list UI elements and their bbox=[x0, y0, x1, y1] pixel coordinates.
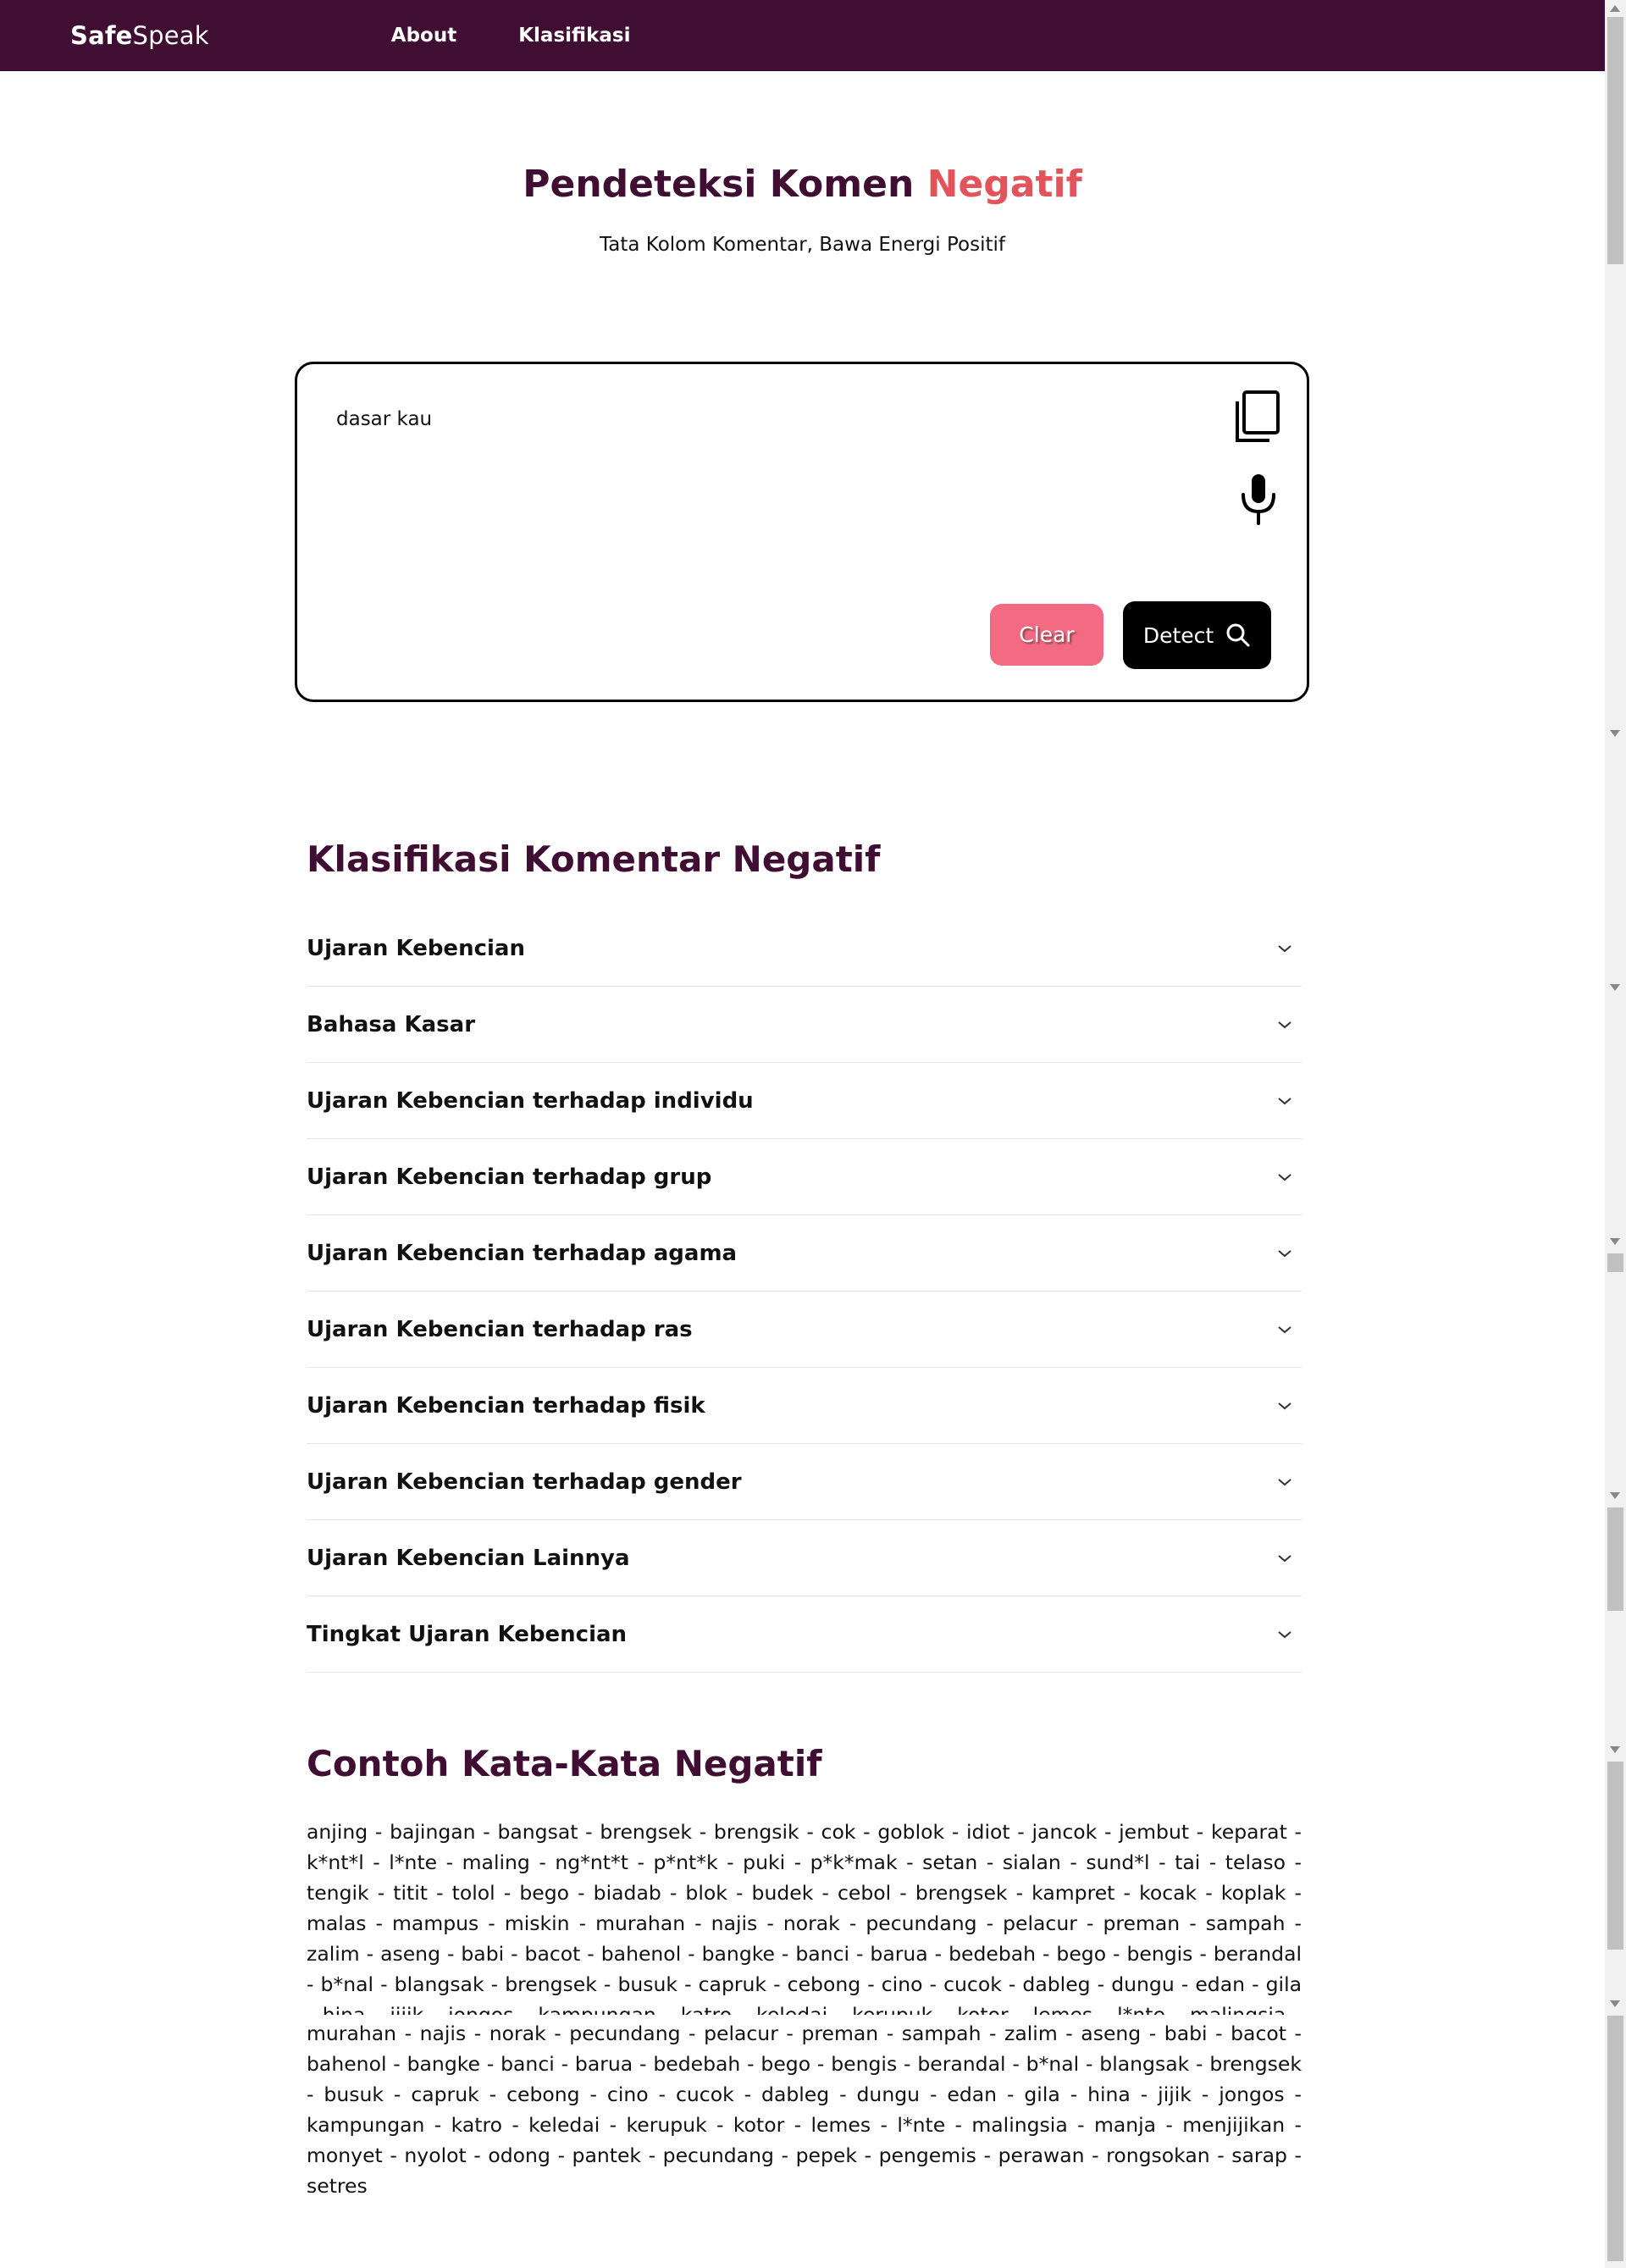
examples-title: Contoh Kata-Kata Negatif bbox=[307, 1743, 822, 1784]
detect-button[interactable]: Detect bbox=[1123, 601, 1271, 669]
page-subtitle: Tata Kolom Komentar, Bawa Energi Positif bbox=[600, 234, 1005, 256]
title-main: Pendeteksi Komen bbox=[523, 163, 927, 206]
accordion-item[interactable]: Ujaran Kebencian terhadap grup bbox=[307, 1139, 1302, 1215]
chevron-down-icon bbox=[1278, 1478, 1291, 1485]
accordion-item[interactable]: Bahasa Kasar bbox=[307, 987, 1302, 1063]
scroll-down-arrow[interactable] bbox=[1610, 1238, 1620, 1245]
word-list-clipped: anjing - bajingan - bangsat - brengsek -… bbox=[307, 1817, 1302, 2015]
word-list-first: anjing - bajingan - bangsat - brengsek -… bbox=[307, 1820, 1302, 2015]
word-list-second: murahan - najis - norak - pecundang - pe… bbox=[307, 2022, 1302, 2198]
scroll-thumb[interactable] bbox=[1607, 2016, 1623, 2261]
detector-card: dasar kau Clear Detect bbox=[295, 362, 1309, 702]
chevron-down-icon bbox=[1278, 1630, 1291, 1638]
accordion-label: Ujaran Kebencian terhadap ras bbox=[307, 1316, 693, 1342]
scroll-up-arrow[interactable] bbox=[1610, 5, 1620, 12]
accordion-item[interactable]: Tingkat Ujaran Kebencian bbox=[307, 1596, 1302, 1673]
detect-label: Detect bbox=[1142, 622, 1214, 648]
scroll-down-arrow[interactable] bbox=[1610, 984, 1620, 991]
title-accent: Negatif bbox=[926, 163, 1082, 206]
chevron-down-icon bbox=[1278, 1097, 1291, 1104]
chevron-down-icon bbox=[1278, 1173, 1291, 1181]
scroll-thumb[interactable] bbox=[1607, 1253, 1623, 1272]
chevron-down-icon bbox=[1278, 1554, 1291, 1562]
classification-accordion: Ujaran Kebencian Bahasa Kasar Ujaran Keb… bbox=[307, 910, 1302, 1673]
accordion-label: Ujaran Kebencian bbox=[307, 935, 525, 961]
accordion-label: Ujaran Kebencian terhadap fisik bbox=[307, 1392, 705, 1419]
accordion-label: Tingkat Ujaran Kebencian bbox=[307, 1621, 628, 1647]
scroll-down-arrow[interactable] bbox=[1610, 730, 1620, 737]
clear-button[interactable]: Clear bbox=[990, 604, 1103, 666]
scroll-down-arrow[interactable] bbox=[1610, 2000, 1620, 2007]
chevron-down-icon bbox=[1278, 1249, 1291, 1257]
comment-input[interactable]: dasar kau bbox=[336, 408, 1141, 578]
accordion-item[interactable]: Ujaran Kebencian terhadap agama bbox=[307, 1215, 1302, 1292]
nav-links: About Klasifikasi bbox=[391, 25, 631, 47]
chevron-down-icon bbox=[1278, 1021, 1291, 1028]
chevron-down-icon bbox=[1278, 1402, 1291, 1409]
classification-title: Klasifikasi Komentar Negatif bbox=[307, 838, 881, 880]
search-icon bbox=[1226, 623, 1250, 647]
accordion-label: Ujaran Kebencian terhadap grup bbox=[307, 1164, 712, 1190]
accordion-item[interactable]: Ujaran Kebencian terhadap fisik bbox=[307, 1368, 1302, 1444]
nav-link-about[interactable]: About bbox=[391, 25, 456, 47]
accordion-label: Ujaran Kebencian terhadap agama bbox=[307, 1240, 738, 1266]
accordion-label: Ujaran Kebencian terhadap individu bbox=[307, 1087, 754, 1114]
chevron-down-icon bbox=[1278, 1325, 1291, 1333]
accordion-label: Ujaran Kebencian Lainnya bbox=[307, 1545, 630, 1571]
accordion-item[interactable]: Ujaran Kebencian terhadap individu bbox=[307, 1063, 1302, 1139]
page-title: Pendeteksi Komen Negatif bbox=[0, 163, 1605, 206]
accordion-label: Bahasa Kasar bbox=[307, 1011, 476, 1037]
brand-logo[interactable]: SafeSpeak bbox=[70, 21, 209, 50]
scroll-thumb[interactable] bbox=[1607, 1762, 1623, 1950]
copy-icon[interactable] bbox=[1232, 390, 1281, 444]
accordion-item[interactable]: Ujaran Kebencian Lainnya bbox=[307, 1520, 1302, 1596]
accordion-item[interactable]: Ujaran Kebencian bbox=[307, 910, 1302, 987]
accordion-item[interactable]: Ujaran Kebencian terhadap ras bbox=[307, 1292, 1302, 1368]
scroll-thumb[interactable] bbox=[1607, 1507, 1623, 1611]
microphone-icon[interactable] bbox=[1239, 473, 1278, 525]
nav-link-klasifikasi[interactable]: Klasifikasi bbox=[518, 25, 630, 47]
scroll-down-arrow[interactable] bbox=[1610, 1492, 1620, 1499]
scroll-thumb[interactable] bbox=[1607, 17, 1623, 264]
navbar: SafeSpeak About Klasifikasi bbox=[0, 0, 1605, 71]
scrollbar[interactable] bbox=[1605, 0, 1626, 2268]
accordion-item[interactable]: Ujaran Kebencian terhadap gender bbox=[307, 1444, 1302, 1520]
scroll-down-arrow[interactable] bbox=[1610, 1746, 1620, 1753]
accordion-label: Ujaran Kebencian terhadap gender bbox=[307, 1469, 742, 1495]
brand-bold: Safe bbox=[70, 21, 133, 50]
brand-light: Speak bbox=[132, 21, 209, 50]
chevron-down-icon bbox=[1278, 944, 1291, 952]
